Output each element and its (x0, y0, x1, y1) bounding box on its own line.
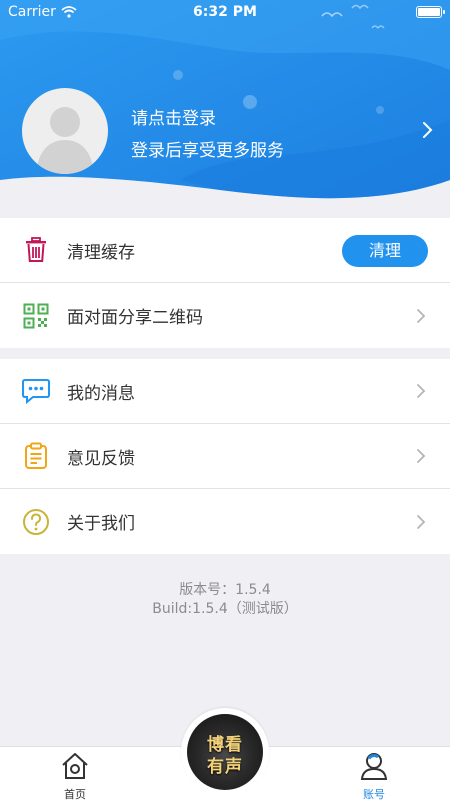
clear-cache-row[interactable]: 清理缓存 清理 (0, 218, 450, 283)
qrcode-share-row[interactable]: 面对面分享二维码 (0, 283, 450, 348)
tab-home[interactable]: 首页 (45, 751, 105, 800)
settings-group-2: 我的消息 意见反馈 关于我们 (0, 359, 450, 554)
status-bar: Carrier 6:32 PM (0, 0, 450, 24)
trash-icon (22, 236, 50, 264)
about-us-label: 关于我们 (67, 514, 135, 534)
avatar[interactable] (22, 88, 108, 174)
clear-cache-button[interactable]: 清理 (342, 235, 428, 267)
login-prompt[interactable]: 请点击登录 (131, 104, 216, 129)
clock: 6:32 PM (193, 4, 257, 20)
build-number: Build:1.5.4（测试版） (152, 601, 298, 617)
login-subtitle: 登录后享受更多服务 (131, 141, 284, 161)
clipboard-icon (22, 442, 50, 470)
chevron-right-icon (417, 308, 426, 323)
clear-cache-label: 清理缓存 (67, 242, 135, 263)
version-number: 版本号：1.5.4 (179, 582, 271, 598)
about-us-row[interactable]: 关于我们 (0, 489, 450, 554)
center-logo-line2: 有声 (207, 757, 243, 777)
settings-group-1: 清理缓存 清理 面对面分享二维码 (0, 218, 450, 348)
user-silhouette-icon (36, 107, 94, 174)
center-audio-button[interactable]: 博看 有声 (181, 708, 269, 796)
qrcode-icon (22, 302, 50, 330)
chevron-right-icon (417, 384, 426, 398)
qrcode-share-label: 面对面分享二维码 (67, 308, 203, 328)
audio-logo: 博看 有声 (187, 714, 263, 790)
account-icon (360, 753, 388, 780)
message-icon (22, 377, 50, 405)
tab-home-label: 首页 (64, 788, 86, 800)
tab-account[interactable]: 账号 (344, 751, 404, 800)
chevron-right-icon (417, 449, 426, 463)
profile-header[interactable]: 请点击登录 登录后享受更多服务 (0, 0, 450, 215)
feedback-row[interactable]: 意见反馈 (0, 424, 450, 489)
home-icon (62, 753, 88, 779)
question-icon (22, 508, 50, 536)
feedback-label: 意见反馈 (67, 448, 135, 469)
chevron-right-icon (417, 514, 426, 529)
tab-account-label: 账号 (363, 788, 385, 800)
chevron-right-icon[interactable] (420, 120, 436, 140)
my-messages-row[interactable]: 我的消息 (0, 359, 450, 424)
battery-icon (416, 6, 445, 18)
my-messages-label: 我的消息 (67, 383, 135, 404)
